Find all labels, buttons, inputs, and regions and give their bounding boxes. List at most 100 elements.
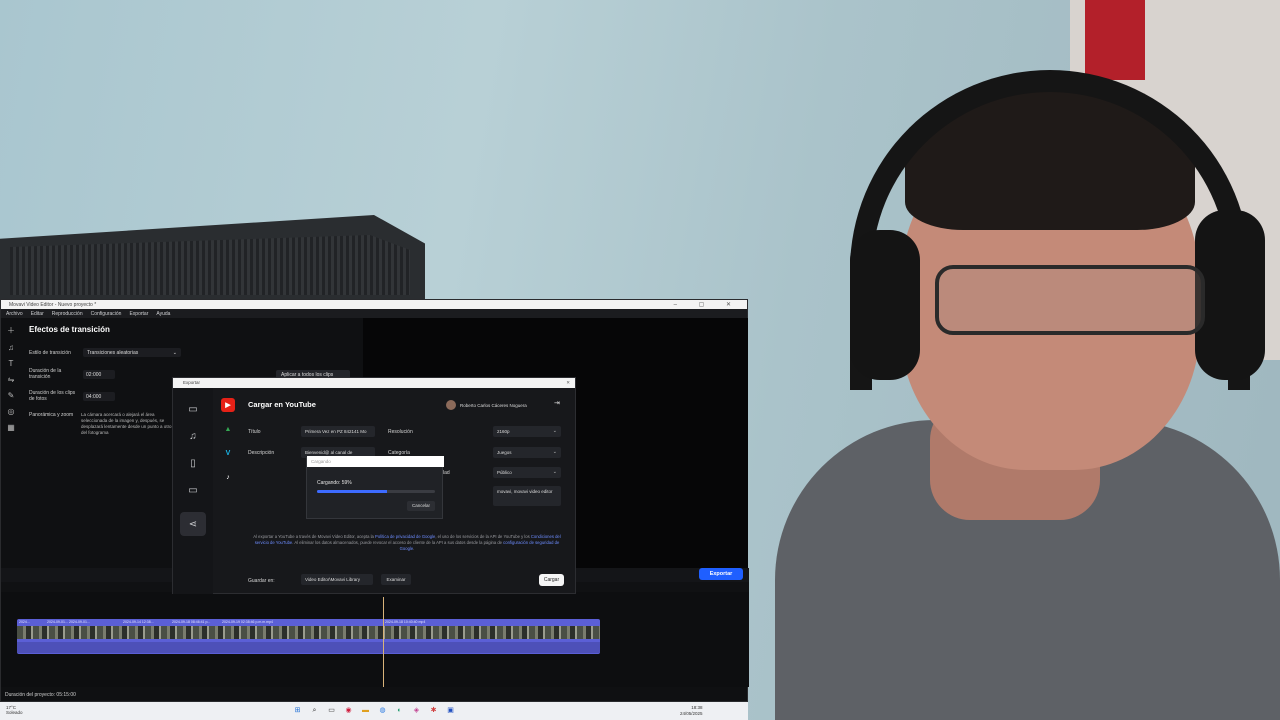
webcam-glasses <box>935 265 1205 335</box>
webcam-headphone-cup-left <box>850 230 920 380</box>
dialog-titlebar: Exportar ✕ <box>173 378 575 388</box>
legal-notice: Al exportar a YouTube a través de Movavi… <box>248 534 566 552</box>
photo-duration-label: Duración de los clips de fotos <box>29 390 76 402</box>
legal-text: . Al eliminar los datos almacenados, pue… <box>292 540 504 545</box>
google-drive-icon[interactable]: ▲ <box>221 422 235 436</box>
save-to-select[interactable]: Video Editor\Movavi Library <box>301 574 373 585</box>
export-dialog: Exportar ✕ ▭ ♫ ▯ ▭ ⋖ ▶ ▲ V ♪ Cargar en Y… <box>172 377 576 594</box>
menu-archivo[interactable]: Archivo <box>6 311 23 317</box>
clip-label: 2024-09-18 10:40:40 mp4 <box>385 620 426 624</box>
account-info: Roberto Carlos Cáceres Noguera <box>446 400 527 410</box>
tiktok-icon[interactable]: ♪ <box>221 470 235 484</box>
windows-taskbar: 17°C Soleado ⊞ ⌕ ▭ ◉ ▬ ◍ ◐ ◈ ✱ ▣ 18:38 2… <box>0 702 748 720</box>
tool-rail: ＋ ♫ T ⇋ ✎ ◎ ▦ <box>1 318 21 568</box>
filter-icon[interactable]: ✎ <box>8 391 15 400</box>
movavi-icon[interactable]: ◈ <box>411 705 422 716</box>
device-icon[interactable]: ▯ <box>190 458 196 469</box>
resolution-value: 2160p <box>497 429 510 434</box>
webcam-red-object <box>1085 0 1145 80</box>
menu-ayuda[interactable]: Ayuda <box>156 311 170 317</box>
upload-progress-bar <box>317 490 435 493</box>
upload-progress-text: Cargando: 59% <box>317 480 352 486</box>
transition-duration-label: Duración de la transición <box>29 368 62 380</box>
chevron-down-icon: ⌄ <box>552 469 557 475</box>
clip-label: 2024-09-01... <box>69 620 90 624</box>
transition-icon[interactable]: ⇋ <box>8 375 15 384</box>
search-icon[interactable]: ⌕ <box>309 705 320 716</box>
audio-file-icon[interactable]: ♫ <box>189 431 197 442</box>
add-icon[interactable]: ＋ <box>7 325 15 336</box>
more-tools-icon[interactable]: ▦ <box>7 423 15 432</box>
upload-button[interactable]: Cargar <box>539 574 564 586</box>
video-file-icon[interactable]: ▭ <box>188 404 197 415</box>
transition-duration-stepper[interactable]: 02:000 <box>83 370 115 379</box>
resolution-label: Resolución <box>388 429 413 435</box>
privacy-select[interactable]: Público ⌄ <box>493 467 561 478</box>
title-field[interactable]: Primera Vez en PZ 842141 Mo <box>301 426 375 437</box>
photo-duration-stepper[interactable]: 04:000 <box>83 392 115 401</box>
chevron-down-icon: ⌄ <box>552 428 557 434</box>
app-icon[interactable]: ◉ <box>343 705 354 716</box>
audio-waveform <box>17 642 600 653</box>
export-button[interactable]: Exportar <box>699 568 743 580</box>
close-icon[interactable]: ✕ <box>566 378 570 388</box>
edge-icon[interactable]: ◐ <box>394 705 405 716</box>
menu-reproduccion[interactable]: Reproducción <box>52 311 83 317</box>
transition-style-label: Estilo de transición <box>29 350 71 356</box>
menu-editar[interactable]: Editar <box>31 311 44 317</box>
tv-icon[interactable]: ▭ <box>188 485 197 496</box>
app-icon[interactable]: ✱ <box>428 705 439 716</box>
app-icon[interactable]: ▣ <box>445 705 456 716</box>
cancel-upload-button[interactable]: Cancelar <box>407 501 435 511</box>
legal-text: . <box>413 546 415 551</box>
youtube-icon[interactable]: ▶ <box>221 398 235 412</box>
vimeo-icon[interactable]: V <box>221 446 235 460</box>
taskbar-apps: ⊞ ⌕ ▭ ◉ ▬ ◍ ◐ ◈ ✱ ▣ <box>292 705 456 716</box>
upload-progress-popup: Cargando Cargando: 59% Cancelar <box>306 456 444 519</box>
clip-label: 2024-09-01... <box>47 620 68 624</box>
clip-label: 2024-09-19 02:38:46 p.m.m.mp4 <box>222 620 273 624</box>
menu-configuracion[interactable]: Configuración <box>91 311 122 317</box>
music-icon[interactable]: ♫ <box>8 343 14 352</box>
task-view-icon[interactable]: ▭ <box>326 705 337 716</box>
webcam-headphone-cup-right <box>1195 210 1265 380</box>
system-tray[interactable]: 18:38 24/05/2025 <box>680 705 703 716</box>
logout-icon[interactable]: ⇥ <box>554 399 560 407</box>
chevron-down-icon: ⌄ <box>552 449 557 455</box>
playhead[interactable] <box>383 597 384 687</box>
weather-desc: Soleado <box>6 710 23 715</box>
upload-progress-fill <box>317 490 387 493</box>
title-label: Título <box>248 429 261 435</box>
dialog-heading: Cargar en YouTube <box>248 400 316 409</box>
google-privacy-link[interactable]: Política de privacidad de Google <box>375 534 435 539</box>
video-track-clips[interactable]: 2024... 2024-09-01... 2024-09-01... 2024… <box>17 619 600 654</box>
pan-zoom-label: Panorámica y zoom <box>29 412 74 418</box>
file-explorer-icon[interactable]: ▬ <box>360 705 371 716</box>
text-icon[interactable]: T <box>9 359 14 368</box>
user-name: Roberto Carlos Cáceres Noguera <box>460 402 527 408</box>
resolution-select[interactable]: 2160p ⌄ <box>493 426 561 437</box>
category-value: Juegos <box>497 450 512 455</box>
menu-exportar[interactable]: Exportar <box>129 311 148 317</box>
clock-date: 24/05/2025 <box>680 710 703 716</box>
screen: Movavi Video Editor - Nuevo proyecto * –… <box>0 0 1280 720</box>
tags-field[interactable]: movavi, movavi video editor <box>493 486 561 506</box>
share-icon[interactable]: ⋖ <box>180 512 206 536</box>
editor-titlebar: Movavi Video Editor - Nuevo proyecto * –… <box>1 300 747 309</box>
category-select[interactable]: Juegos ⌄ <box>493 447 561 458</box>
pan-zoom-description: La cámara acercará o alejará el área sel… <box>81 412 172 435</box>
window-controls[interactable]: – ▢ ✕ <box>674 301 741 308</box>
browse-button[interactable]: Examinar <box>381 574 411 585</box>
transition-style-select[interactable]: Transiciones aleatorias ⌄ <box>83 348 181 357</box>
transition-duration-value: 02:000 <box>86 372 102 378</box>
description-label: Descripción <box>248 450 275 456</box>
browser-icon[interactable]: ◍ <box>377 705 388 716</box>
avatar <box>446 400 456 410</box>
transition-style-value: Transiciones aleatorias <box>87 350 139 356</box>
clip-label: 2024... <box>19 620 30 624</box>
clip-label: 2024-09-14 12:38... <box>123 620 154 624</box>
export-target-sidebar: ▭ ♫ ▯ ▭ ⋖ <box>173 388 213 594</box>
weather-widget[interactable]: 17°C Soleado <box>6 705 23 715</box>
sticker-icon[interactable]: ◎ <box>8 407 15 416</box>
windows-start-icon[interactable]: ⊞ <box>292 705 303 716</box>
